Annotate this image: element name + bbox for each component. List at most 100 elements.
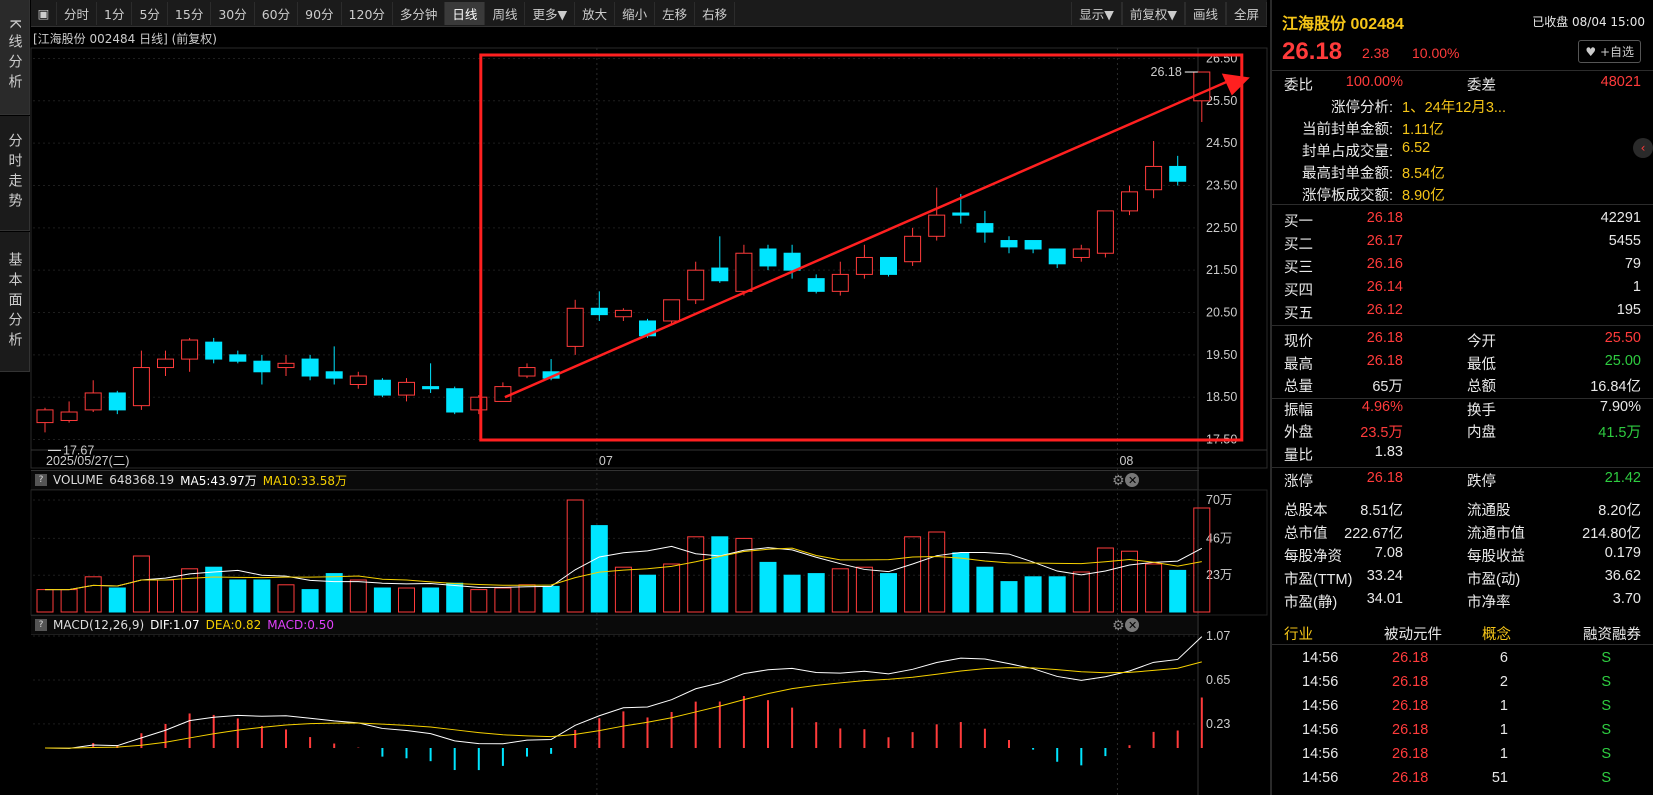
candle <box>928 214 946 237</box>
fund-label2: 每股收益 <box>1467 549 1525 565</box>
expand-arrow-icon[interactable]: ‹ <box>1633 138 1653 158</box>
volume-bar <box>1072 571 1090 613</box>
fund-label: 市盈(TTM) <box>1284 572 1353 588</box>
volume-bar <box>687 536 705 613</box>
settings-icon[interactable]: ⚙ <box>1112 618 1125 634</box>
limit-info-value: 1.11亿 <box>1402 122 1444 138</box>
tick-side: S <box>1601 770 1611 786</box>
quote-label2: 今开 <box>1467 334 1496 350</box>
x-axis-label: 07 <box>599 454 613 468</box>
volume-bar <box>373 587 391 613</box>
y-tick-label: 21.50 <box>1206 263 1237 277</box>
current-price: 26.18 <box>1282 38 1343 65</box>
volume-bar <box>1024 576 1042 613</box>
candle <box>253 360 271 373</box>
volume-bar <box>446 582 464 613</box>
limit-info-label: 当前封单金额: <box>1301 122 1393 138</box>
candle <box>518 367 536 377</box>
volume-bar <box>928 531 946 613</box>
candle <box>84 392 102 411</box>
volume-bar <box>253 579 271 613</box>
fund-value: 34.01 <box>1366 591 1403 607</box>
quote-value: 26.18 <box>1366 330 1403 346</box>
volume-bar <box>277 584 295 613</box>
limit-info-label: 涨停板成交额: <box>1301 188 1393 204</box>
candle <box>566 307 584 347</box>
industry-value: 被动元件 <box>1384 627 1442 643</box>
candle <box>711 267 729 282</box>
market-status: 已收盘 08/04 15:00 <box>1532 15 1645 29</box>
candle <box>1145 165 1163 191</box>
tick-time: 14:56 <box>1302 698 1339 714</box>
high-price-label: 26.18 <box>1151 65 1182 79</box>
volume-bar <box>1000 581 1018 613</box>
fund-label: 总股本 <box>1284 503 1328 519</box>
fund-label2: 流通股 <box>1467 503 1511 519</box>
candle <box>398 381 415 396</box>
volume-bar <box>132 555 150 613</box>
bid-volume: 42291 <box>1600 210 1641 226</box>
quote-value: 4.96% <box>1361 398 1403 415</box>
separator <box>1272 325 1653 326</box>
volume-bar <box>880 573 897 613</box>
candle <box>277 362 295 369</box>
y-tick-label: 22.50 <box>1206 221 1237 235</box>
watch-label: +自选 <box>1599 45 1634 59</box>
candle <box>325 371 343 379</box>
volume-bar <box>542 585 560 613</box>
quote-value: 65万 <box>1372 379 1403 396</box>
kline-chart[interactable]: 26.5025.5024.5023.5022.5021.5020.5019.50… <box>0 0 1268 795</box>
close-icon-glyph: ✕ <box>1128 619 1137 632</box>
bid-volume: 5455 <box>1608 233 1641 249</box>
volume-bar <box>639 574 656 613</box>
y-tick-label: 25.50 <box>1206 94 1237 108</box>
highlight-box <box>479 53 1244 442</box>
separator <box>1272 204 1653 205</box>
candle <box>1121 191 1138 212</box>
bid-price: 26.16 <box>1366 256 1403 272</box>
candle <box>1169 165 1187 182</box>
limit-info-label: 封单占成交量: <box>1301 144 1393 160</box>
limit-info-label: 最高封单金额: <box>1301 166 1393 182</box>
candle <box>614 309 632 318</box>
add-watchlist-button[interactable]: ♥ +自选 <box>1578 40 1641 63</box>
volume-bar <box>614 566 632 613</box>
volume-bar <box>494 587 512 613</box>
tick-time: 14:56 <box>1302 770 1339 786</box>
stock-name: 江海股份 002484 <box>1282 16 1404 33</box>
macd-tick-label: 0.65 <box>1206 673 1230 687</box>
fund-value: 33.24 <box>1366 568 1403 584</box>
quote-label: 外盘 <box>1284 425 1313 442</box>
candle <box>880 256 897 275</box>
bid-price: 26.12 <box>1366 302 1403 318</box>
volume-bar <box>60 589 78 613</box>
settings-icon[interactable]: ⚙ <box>1112 473 1125 489</box>
limit-info-value: 8.90亿 <box>1402 188 1445 204</box>
fund-label: 总市值 <box>1284 526 1328 542</box>
price-change-pct: 10.00% <box>1412 45 1460 61</box>
fund-label2: 流通市值 <box>1467 526 1525 542</box>
y-tick-label: 20.50 <box>1206 306 1237 320</box>
volume-bar <box>398 587 415 613</box>
tick-time: 14:56 <box>1302 722 1339 738</box>
candle <box>157 358 174 369</box>
volume-bar <box>518 584 536 613</box>
candle <box>422 386 440 390</box>
fund-label: 每股净资 <box>1284 549 1342 565</box>
limit-info-value: 8.54亿 <box>1402 166 1445 182</box>
separator <box>1272 70 1653 71</box>
volume-bar <box>108 587 126 613</box>
quote-panel: 江海股份 002484 已收盘 08/04 15:00 26.18 2.38 10.00… <box>1270 0 1653 795</box>
volume-bar <box>422 587 440 613</box>
tick-price: 26.18 <box>1392 746 1429 762</box>
tick-time: 14:56 <box>1302 674 1339 690</box>
quote-label: 最高 <box>1284 356 1313 373</box>
weicha-value: 48021 <box>1600 74 1641 90</box>
bid-volume: 195 <box>1616 302 1641 318</box>
tick-price: 26.18 <box>1392 770 1429 786</box>
webi-value: 100.00% <box>1345 74 1403 90</box>
candle <box>976 223 994 233</box>
candle <box>1096 210 1114 254</box>
volume-bar <box>904 536 922 613</box>
fund-value2: 214.80亿 <box>1582 526 1641 542</box>
